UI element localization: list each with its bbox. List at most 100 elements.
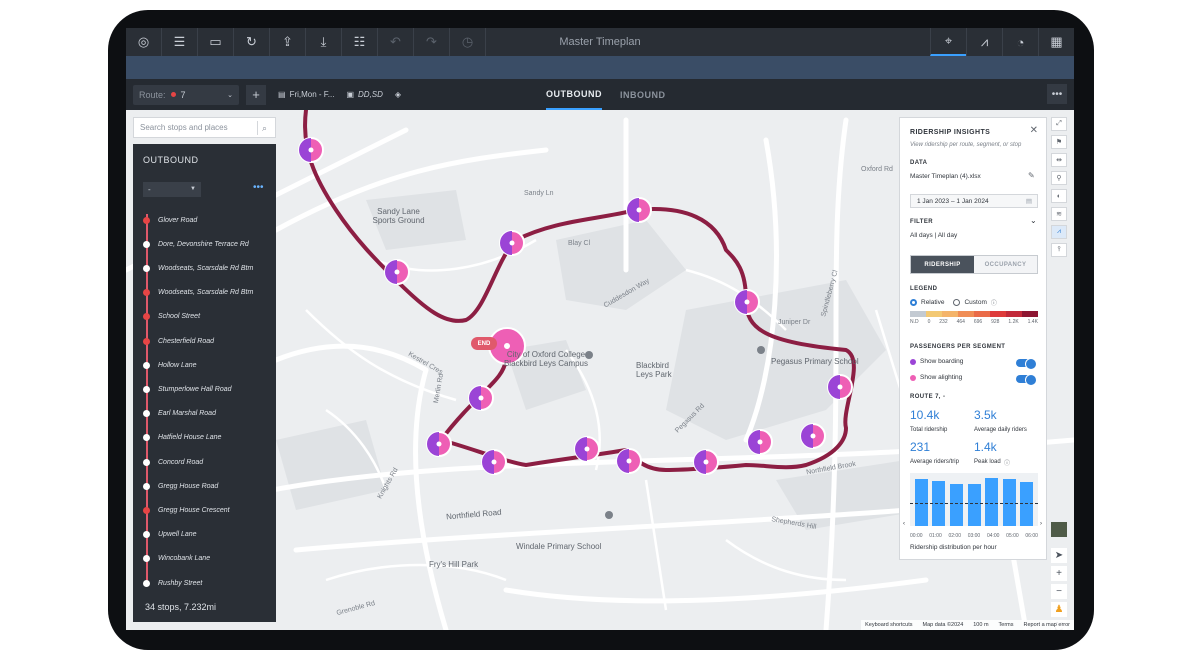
stop-item[interactable]: Concord Road (143, 456, 203, 468)
paint-icon[interactable]: ◐ (1051, 189, 1067, 203)
chevron-down-icon[interactable]: ⌄ (1030, 216, 1037, 225)
radio-custom[interactable] (953, 299, 961, 306)
redo-icon[interactable]: ↷ (414, 28, 450, 56)
locate-icon[interactable]: ➤ (1051, 548, 1067, 563)
filter-value: All days | All day (910, 232, 958, 239)
hour-tick: 05:00 (1006, 533, 1019, 539)
route-select[interactable]: Route: 7 ⌄ (133, 84, 239, 105)
thermometer-icon[interactable]: ⫯ (1051, 243, 1067, 257)
panel-more-button[interactable]: ••• (253, 182, 264, 193)
stop-item[interactable]: Rushby Street (143, 577, 202, 589)
undo-icon[interactable]: ↶ (378, 28, 414, 56)
schedule-selector[interactable]: ▤ Fri,Mon - F... (278, 90, 334, 99)
insights-title: RIDERSHIP INSIGHTS (910, 129, 991, 136)
outbound-title: OUTBOUND (143, 155, 199, 165)
date-range-field[interactable]: 1 Jan 2023 – 1 Jan 2024 ▤ (910, 194, 1038, 208)
search-icon[interactable]: ⌕ (257, 121, 271, 135)
pps-header: PASSENGERS PER SEGMENT (910, 344, 1006, 350)
tab-ridership[interactable]: RIDERSHIP (911, 256, 974, 273)
history-icon[interactable]: ◷ (450, 28, 486, 56)
folder-icon[interactable]: ▭ (198, 28, 234, 56)
legend-swatch (1022, 311, 1038, 317)
grid-icon[interactable]: ▦ (1038, 28, 1074, 56)
hour-bar[interactable] (967, 484, 981, 526)
sliders-icon[interactable]: ☷ (342, 28, 378, 56)
tab-outbound[interactable]: OUTBOUND (546, 79, 602, 110)
average-line (910, 503, 1038, 504)
stop-item[interactable]: Gregg House Crescent (143, 504, 230, 516)
stop-item[interactable]: Dore, Devonshire Terrace Rd (143, 238, 249, 250)
info-icon[interactable]: ⓘ (1004, 458, 1010, 467)
zoom-in-button[interactable]: + (1051, 566, 1067, 581)
stop-item[interactable]: School Street (143, 311, 200, 323)
keyboard-shortcuts-link[interactable]: Keyboard shortcuts (865, 622, 912, 628)
edit-icon[interactable]: ✎ (1028, 171, 1035, 180)
stop-item[interactable]: Woodseats, Scarsdale Rd Btm (143, 262, 253, 274)
map-controls: ➤ + − ♟ ⛶ (1051, 522, 1067, 630)
street-view-icon[interactable]: ♟ (1051, 602, 1067, 617)
end-stop-tag[interactable]: END (471, 337, 497, 350)
app-logo-icon[interactable]: ◎ (126, 28, 162, 56)
radio-relative[interactable] (910, 299, 917, 306)
map-attribution: Keyboard shortcuts Map data ©2024 100 m … (861, 620, 1074, 630)
layers-icon[interactable]: ≋ (1051, 207, 1067, 221)
alighting-dot (910, 374, 916, 381)
tab-inbound[interactable]: INBOUND (620, 79, 666, 110)
stop-name: Chesterfield Road (158, 337, 215, 345)
expand-icon[interactable]: ⤢ (1051, 117, 1067, 131)
terms-link[interactable]: Terms (999, 622, 1014, 628)
stop-item[interactable]: Woodseats, Scarsdale Rd Btm (143, 287, 253, 299)
map-label-frys-hill-park: Fry's Hill Park (429, 560, 479, 569)
stop-item[interactable]: Stumperlowe Hall Road (143, 383, 232, 395)
stop-item[interactable]: Chesterfield Road (143, 335, 214, 347)
stop-item[interactable]: Gregg House Road (143, 480, 218, 492)
stop-item[interactable]: Hatfield House Lane (143, 432, 221, 444)
map-label-oxford-rd: Oxford Rd (861, 166, 893, 173)
scale-text: 100 m (973, 622, 989, 628)
stop-item[interactable]: Wincobank Lane (143, 553, 210, 565)
stop-name: Gregg House Road (158, 482, 219, 490)
paint-bucket-icon[interactable]: ◈ (395, 90, 401, 99)
menu-icon[interactable]: ☰ (162, 28, 198, 56)
stop-item[interactable]: Upwell Lane (143, 529, 197, 541)
stop-dot (143, 337, 150, 345)
stop-item[interactable]: Earl Marshal Road (143, 408, 216, 420)
pin-icon[interactable]: ⚲ (1051, 171, 1067, 185)
stop-name: Upwell Lane (158, 531, 197, 539)
search-input[interactable]: Search stops and places ⌕ (133, 117, 276, 138)
stop-item[interactable]: Hollow Lane (143, 359, 197, 371)
add-route-button[interactable]: + (246, 84, 266, 105)
alighting-switch[interactable] (1016, 374, 1037, 386)
stop-item[interactable]: Glover Road (143, 214, 197, 226)
map-label-sandy-ln: Sandy Ln (524, 190, 554, 197)
chevron-left-icon[interactable]: ‹ (903, 521, 905, 527)
hour-bar[interactable] (985, 477, 999, 526)
upload-icon[interactable]: ⇪ (270, 28, 306, 56)
info-icon[interactable]: ⓘ (991, 298, 997, 307)
route-view-icon[interactable]: ⩘ (966, 28, 1002, 56)
boarding-switch[interactable] (1016, 358, 1037, 370)
split-icon[interactable]: ⇹ (1051, 153, 1067, 167)
flag-icon[interactable]: ⚑ (1051, 135, 1067, 149)
variant-select[interactable]: - ▼ (143, 182, 201, 197)
refresh-icon[interactable]: ↻ (234, 28, 270, 56)
filter-header: FILTER (910, 219, 933, 225)
map-label-windale-school: Windale Primary School (516, 542, 602, 551)
calendar-icon: ▤ (278, 90, 286, 99)
stops-summary: 34 stops, 7.232mi (145, 602, 217, 612)
clock-icon[interactable]: ◔ (1002, 28, 1038, 56)
map-canvas[interactable]: Sandy Lane Sports Ground Blackbird Leys … (126, 110, 1074, 630)
stat-avg-trip-label: Average riders/trip (910, 459, 959, 465)
report-error-link[interactable]: Report a map error (1024, 622, 1070, 628)
satellite-thumbnail[interactable] (1051, 522, 1067, 537)
map-view-icon[interactable]: ⌖ (930, 28, 966, 56)
zoom-out-button[interactable]: − (1051, 584, 1067, 599)
hour-bar[interactable] (949, 484, 963, 526)
chevron-right-icon[interactable]: › (1040, 521, 1042, 527)
vehicle-selector[interactable]: ▣ DD,SD (346, 90, 382, 99)
tab-occupancy[interactable]: OCCUPANCY (974, 256, 1037, 273)
download-icon[interactable]: ⤓ (306, 28, 342, 56)
more-options-button[interactable]: ••• (1047, 84, 1067, 104)
ridership-icon[interactable]: ⩘ (1051, 225, 1067, 239)
close-icon[interactable]: ✕ (1030, 125, 1038, 136)
